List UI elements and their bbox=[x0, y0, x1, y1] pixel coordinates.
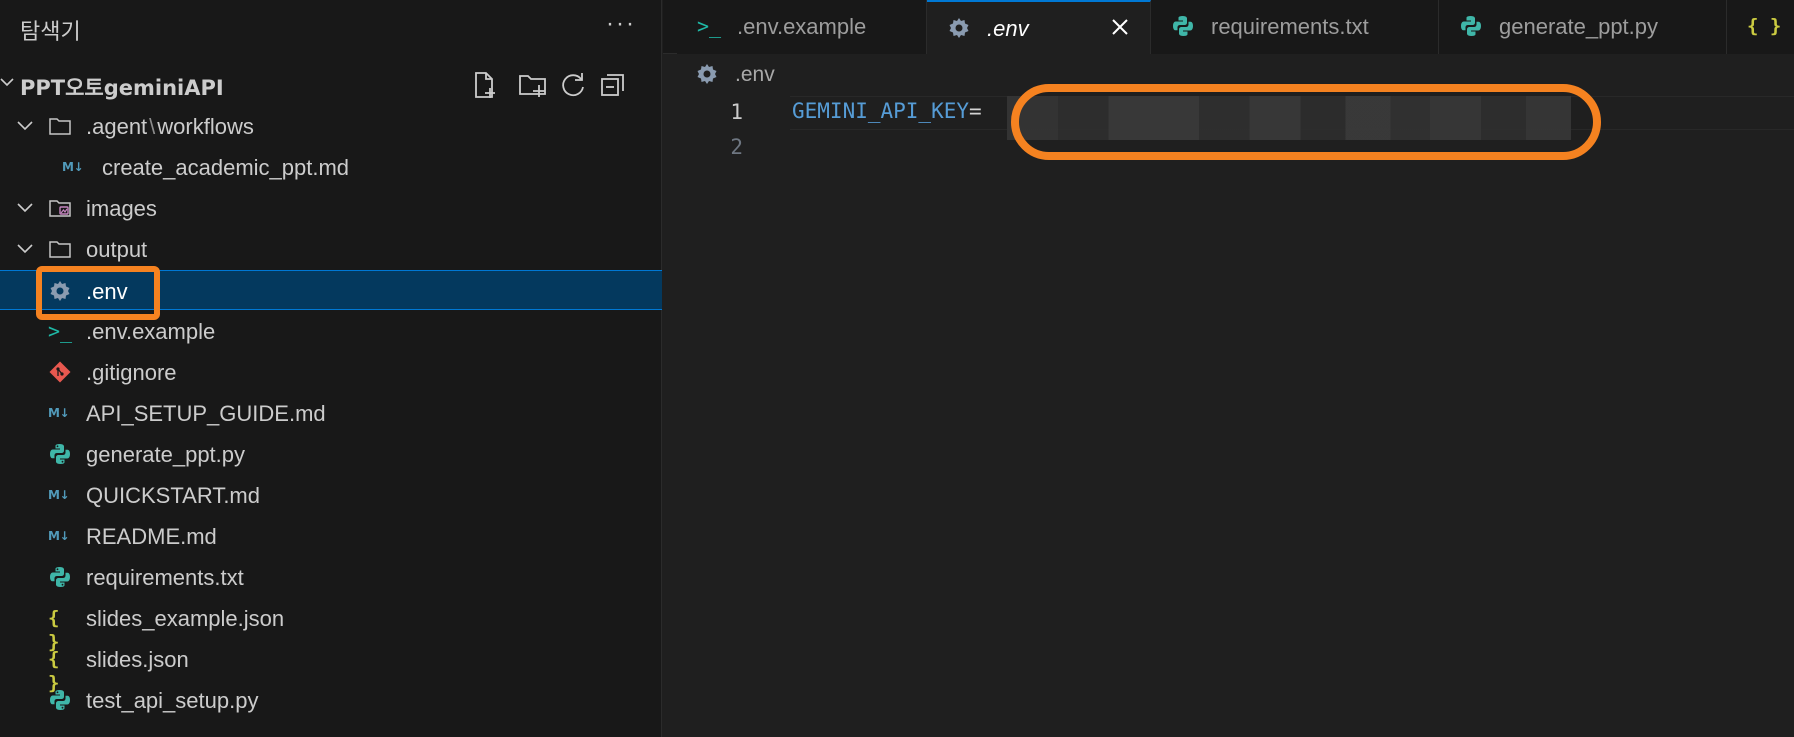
git-icon bbox=[49, 361, 71, 383]
python-icon bbox=[50, 567, 70, 587]
tab-json[interactable]: { } bbox=[1727, 0, 1794, 54]
redacted-api-key bbox=[1007, 96, 1571, 140]
python-icon bbox=[50, 690, 70, 710]
tree-item-label: slides.json bbox=[86, 647, 189, 672]
tree-item-label: README.md bbox=[86, 524, 217, 549]
tree-item-label: requirements.txt bbox=[86, 565, 244, 590]
new-file-icon[interactable] bbox=[470, 70, 500, 100]
tab-generate-ppt[interactable]: generate_ppt.py bbox=[1439, 0, 1727, 54]
tree-item-slides[interactable]: { } slides.json bbox=[0, 639, 662, 694]
json-icon: { } bbox=[48, 648, 60, 694]
tree-item-label: generate_ppt.py bbox=[86, 442, 246, 467]
explorer-sidebar: 탐색기 ··· PPT오토geminiAPI .agent\workflows … bbox=[0, 0, 662, 737]
json-icon: { } bbox=[1747, 15, 1782, 37]
explorer-header: 탐색기 ··· bbox=[0, 0, 662, 58]
tree-item-slides-example[interactable]: { } slides_example.json bbox=[0, 598, 662, 653]
tree-item-sublabel: workflows bbox=[157, 114, 254, 139]
tree-item-label: QUICKSTART.md bbox=[86, 483, 260, 508]
tree-item-label: slides_example.json bbox=[86, 606, 285, 631]
tree-item-requirements[interactable]: requirements.txt bbox=[0, 557, 662, 597]
tree-item-create-academic-ppt[interactable]: M↓ create_academic_ppt.md bbox=[0, 147, 662, 187]
workspace-root[interactable]: PPT오토geminiAPI bbox=[0, 66, 662, 104]
tree-item-label: .env.example bbox=[86, 319, 216, 344]
chevron-down-icon bbox=[0, 78, 14, 87]
python-icon bbox=[50, 444, 70, 464]
more-actions-icon[interactable]: ··· bbox=[606, 10, 636, 38]
tab-requirements[interactable]: requirements.txt bbox=[1151, 0, 1439, 54]
tree-item-label: create_academic_ppt.md bbox=[102, 155, 350, 180]
breadcrumb-label: .env bbox=[735, 63, 775, 86]
code-line-1[interactable]: GEMINI_API_KEY= bbox=[792, 99, 982, 123]
tree-item-agent-workflows[interactable]: .agent\workflows bbox=[0, 106, 662, 146]
tree-item-label: test_api_setup.py bbox=[86, 688, 259, 713]
tree-item-output[interactable]: output bbox=[0, 229, 662, 269]
line-number: 2 bbox=[730, 135, 743, 159]
workspace-root-label: PPT오토geminiAPI bbox=[20, 76, 224, 100]
collapse-all-icon[interactable] bbox=[598, 70, 628, 100]
gear-icon bbox=[949, 18, 969, 38]
folder-icon bbox=[49, 241, 71, 258]
tree-item-env-example[interactable]: >_ .env.example bbox=[0, 311, 662, 351]
chevron-down-icon bbox=[17, 121, 33, 131]
path-separator: \ bbox=[149, 114, 156, 139]
tab-label: .env bbox=[987, 16, 1029, 41]
tree-item-label: images bbox=[86, 196, 157, 221]
tree-item-gitignore[interactable]: .gitignore bbox=[0, 352, 662, 392]
chevron-down-icon bbox=[17, 244, 33, 254]
tab-env[interactable]: .env bbox=[927, 0, 1151, 54]
tree-item-env[interactable]: .env bbox=[0, 270, 662, 310]
terminal-icon: >_ bbox=[697, 14, 722, 38]
markdown-icon: M↓ bbox=[48, 529, 70, 543]
tree-item-api-setup-guide[interactable]: M↓ API_SETUP_GUIDE.md bbox=[0, 393, 662, 433]
python-icon bbox=[1461, 16, 1481, 36]
folder-icon bbox=[49, 118, 71, 135]
tab-label: requirements.txt bbox=[1211, 14, 1369, 39]
tree-item-readme[interactable]: M↓ README.md bbox=[0, 516, 662, 556]
tree-item-label: API_SETUP_GUIDE.md bbox=[86, 401, 326, 426]
gear-icon bbox=[697, 64, 717, 84]
tree-item-test-api-setup[interactable]: test_api_setup.py bbox=[0, 680, 662, 720]
chevron-down-icon bbox=[17, 203, 33, 213]
terminal-icon: >_ bbox=[48, 319, 73, 343]
tree-item-label: .gitignore bbox=[86, 360, 177, 385]
python-icon bbox=[1173, 16, 1193, 36]
env-key: GEMINI_API_KEY bbox=[792, 99, 970, 123]
tree-item-label: .agent bbox=[86, 114, 148, 139]
editor-tab-bar: >_ .env.example .env requirements.txt ge… bbox=[663, 0, 1794, 54]
tab-label: generate_ppt.py bbox=[1499, 14, 1659, 39]
tab-env-example[interactable]: >_ .env.example bbox=[677, 0, 927, 54]
markdown-icon: M↓ bbox=[62, 160, 84, 174]
tree-item-images[interactable]: images bbox=[0, 188, 662, 228]
tree-item-label: .env bbox=[86, 279, 128, 304]
explorer-title: 탐색기 bbox=[20, 20, 81, 45]
tree-item-quickstart[interactable]: M↓ QUICKSTART.md bbox=[0, 475, 662, 515]
line-number: 1 bbox=[730, 100, 743, 124]
markdown-icon: M↓ bbox=[48, 488, 70, 502]
tab-label: .env.example bbox=[737, 14, 867, 39]
gear-icon bbox=[50, 281, 70, 301]
json-icon: { } bbox=[48, 607, 60, 653]
tree-item-label: output bbox=[86, 237, 148, 262]
refresh-icon[interactable] bbox=[558, 70, 588, 100]
env-equals: = bbox=[969, 99, 982, 123]
markdown-icon: M↓ bbox=[48, 406, 70, 420]
tree-item-generate-ppt[interactable]: generate_ppt.py bbox=[0, 434, 662, 474]
close-icon[interactable] bbox=[1107, 14, 1133, 40]
new-folder-icon[interactable] bbox=[518, 70, 548, 100]
images-folder-icon bbox=[49, 200, 71, 217]
